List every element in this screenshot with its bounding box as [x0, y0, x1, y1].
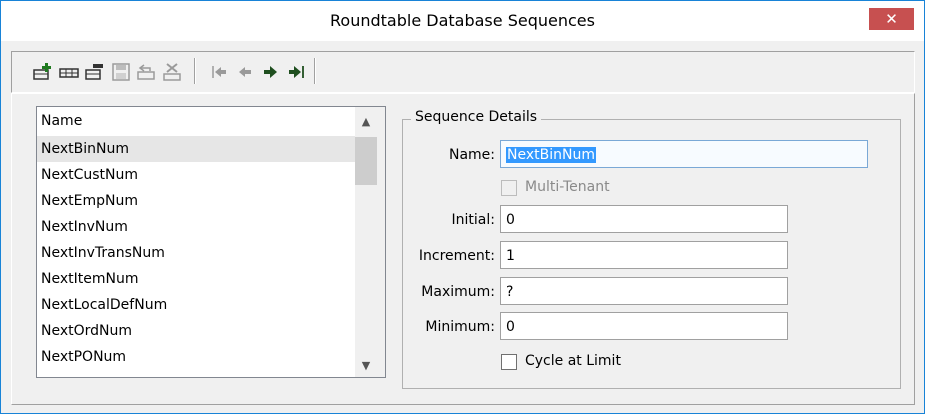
next-record-icon[interactable]	[260, 61, 282, 83]
first-record-icon[interactable]	[208, 61, 230, 83]
name-label: Name:	[448, 147, 495, 163]
toolbar-separator	[194, 58, 196, 84]
previous-record-icon[interactable]	[234, 61, 256, 83]
increment-label: Increment:	[418, 248, 495, 264]
delete-icon[interactable]	[162, 61, 184, 83]
name-field[interactable]: NextBinNum	[500, 140, 868, 168]
maximum-label: Maximum:	[421, 284, 495, 300]
initial-field[interactable]: 0	[500, 205, 788, 233]
list-item[interactable]: NextLocalDefNum	[37, 292, 355, 318]
undo-icon[interactable]	[136, 61, 158, 83]
list-scrollbar[interactable]: ▲ ▼	[355, 107, 385, 377]
maximum-field[interactable]: ?	[500, 277, 788, 305]
list-item[interactable]: NextInvTransNum	[37, 240, 355, 266]
scroll-up-icon[interactable]: ▲	[355, 115, 377, 128]
name-value: NextBinNum	[506, 147, 596, 163]
sequence-details-group: Sequence Details Name: NextBinNum Multi-…	[402, 109, 901, 389]
save-icon[interactable]	[110, 61, 132, 83]
list-item[interactable]: NextOrdNum	[37, 318, 355, 344]
scroll-thumb[interactable]	[355, 137, 377, 185]
group-title: Sequence Details	[411, 109, 542, 125]
list-header: Name	[41, 113, 83, 129]
copy-icon[interactable]	[58, 61, 80, 83]
minimum-field[interactable]: 0	[500, 312, 788, 340]
list-rows: NextBinNum NextCustNum NextEmpNum NextIn…	[37, 136, 355, 370]
sequence-list[interactable]: Name NextBinNum NextCustNum NextEmpNum N…	[36, 106, 386, 378]
title-bar[interactable]: Roundtable Database Sequences ✕	[1, 1, 924, 41]
list-item[interactable]: NextInvNum	[37, 214, 355, 240]
cycle-at-limit-label: Cycle at Limit	[525, 353, 621, 369]
window-title: Roundtable Database Sequences	[330, 11, 595, 30]
cycle-at-limit-checkbox[interactable]	[501, 354, 517, 370]
list-item[interactable]: NextPONum	[37, 344, 355, 370]
last-record-icon[interactable]	[286, 61, 308, 83]
list-item[interactable]: NextEmpNum	[37, 188, 355, 214]
list-item[interactable]: NextCustNum	[37, 162, 355, 188]
increment-field[interactable]: 1	[500, 241, 788, 269]
list-item[interactable]: NextItemNum	[37, 266, 355, 292]
main-panel: Name NextBinNum NextCustNum NextEmpNum N…	[11, 93, 915, 405]
minimum-label: Minimum:	[425, 319, 495, 335]
initial-label: Initial:	[451, 212, 495, 228]
toolbar	[11, 51, 915, 93]
toolbar-separator	[314, 58, 316, 84]
modify-icon[interactable]	[84, 61, 106, 83]
scroll-down-icon[interactable]: ▼	[355, 359, 377, 372]
sequences-window: Roundtable Database Sequences ✕ Name Nex…	[0, 0, 925, 414]
add-icon[interactable]	[32, 61, 54, 83]
list-item[interactable]: NextBinNum	[37, 136, 355, 162]
multi-tenant-label: Multi-Tenant	[525, 179, 610, 195]
multi-tenant-checkbox[interactable]	[501, 180, 517, 196]
close-button[interactable]: ✕	[869, 8, 914, 30]
